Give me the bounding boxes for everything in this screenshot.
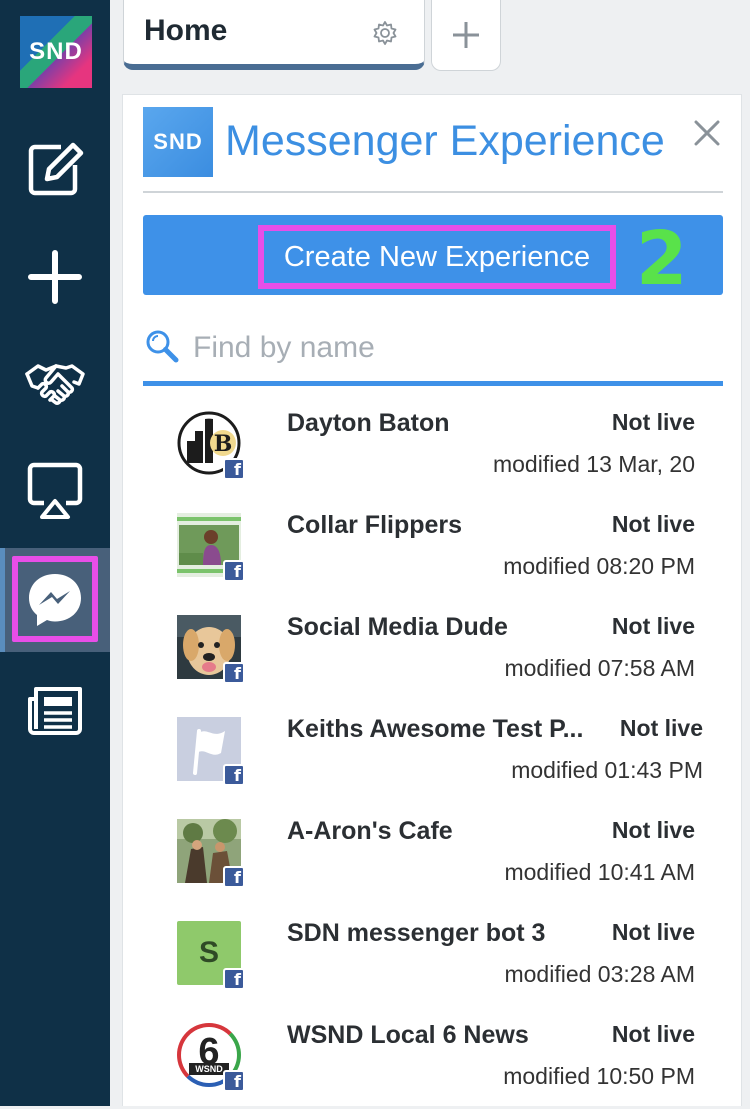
- item-name: Keiths Awesome Test P...: [287, 715, 584, 743]
- item-status: Not live: [611, 409, 695, 435]
- create-button-label: Create New Experience: [283, 240, 591, 273]
- airplay-icon: [27, 462, 83, 519]
- sidebar-item-broadcast[interactable]: [0, 446, 110, 536]
- search-bar: [143, 323, 723, 386]
- facebook-icon: f: [223, 560, 245, 582]
- search-icon: [146, 330, 179, 363]
- item-modified: modified 10:50 PM: [503, 1063, 695, 1089]
- tab-home[interactable]: Home: [123, 0, 425, 70]
- item-modified: modified 01:43 PM: [511, 757, 703, 783]
- facebook-icon: f: [223, 458, 245, 480]
- item-name: Social Media Dude: [287, 613, 508, 641]
- item-name: SDN messenger bot 3: [287, 919, 546, 947]
- highlight-box-messenger: [12, 556, 98, 642]
- add-tab-button[interactable]: [431, 0, 501, 71]
- sidebar: SND: [0, 0, 110, 1106]
- item-name: A-Aron's Cafe: [287, 817, 453, 845]
- sdn-bot-avatar-letter: S: [198, 936, 219, 969]
- sidebar-item-compose[interactable]: [0, 124, 110, 214]
- item-status: Not live: [619, 715, 703, 741]
- compose-icon: [28, 142, 84, 196]
- list-item[interactable]: B f Dayton Baton Not live modified 13 Ma…: [123, 395, 743, 497]
- title-divider: [143, 191, 723, 193]
- item-modified: modified 08:20 PM: [503, 553, 695, 579]
- facebook-icon: f: [223, 968, 245, 990]
- sidebar-item-partnerships[interactable]: [0, 338, 110, 428]
- item-modified: modified 10:41 AM: [504, 859, 695, 885]
- svg-text:B: B: [214, 431, 233, 457]
- sidebar-item-add[interactable]: [0, 232, 110, 322]
- sidebar-item-news[interactable]: [0, 666, 110, 756]
- plus-icon: [453, 22, 479, 48]
- item-status: Not live: [611, 919, 695, 945]
- facebook-icon: f: [223, 1070, 245, 1092]
- panel-snd-logo: SND: [143, 107, 213, 177]
- annotation-step-2: 2: [636, 216, 688, 302]
- plus-icon: [28, 250, 82, 304]
- item-name: WSND Local 6 News: [287, 1021, 529, 1049]
- facebook-icon: f: [223, 764, 245, 786]
- highlight-box-create-button: Create New Experience: [258, 225, 616, 289]
- list-item[interactable]: f Keiths Awesome Test P... Not live modi…: [123, 701, 743, 803]
- snd-logo-text: SND: [29, 38, 83, 65]
- item-status: Not live: [611, 613, 695, 639]
- close-icon[interactable]: [693, 119, 721, 147]
- item-status: Not live: [611, 511, 695, 537]
- list-item[interactable]: 6 WSND f WSND Local 6 News Not live modi…: [123, 1007, 743, 1109]
- newspaper-icon: [28, 687, 82, 735]
- list-item[interactable]: f Collar Flippers Not live modified 08:2…: [123, 497, 743, 599]
- handshake-icon: [25, 364, 85, 405]
- item-name: Collar Flippers: [287, 511, 463, 539]
- item-status: Not live: [611, 817, 695, 843]
- facebook-icon: f: [223, 866, 245, 888]
- list-item[interactable]: f A-Aron's Cafe Not live modified 10:41 …: [123, 803, 743, 905]
- tab-home-label: Home: [144, 14, 228, 47]
- list-item[interactable]: f Social Media Dude Not live modified 07…: [123, 599, 743, 701]
- snd-logo[interactable]: SND: [20, 16, 92, 88]
- facebook-icon: f: [223, 662, 245, 684]
- panel-title: Messenger Experience: [225, 117, 665, 165]
- item-modified: modified 07:58 AM: [504, 655, 695, 681]
- search-input[interactable]: [191, 325, 715, 371]
- list-item[interactable]: S f SDN messenger bot 3 Not live modifie…: [123, 905, 743, 1007]
- item-name: Dayton Baton: [287, 409, 450, 437]
- item-modified: modified 13 Mar, 20: [492, 451, 695, 477]
- item-modified: modified 03:28 AM: [504, 961, 695, 987]
- item-status: Not live: [611, 1021, 695, 1047]
- gear-icon[interactable]: [372, 20, 398, 46]
